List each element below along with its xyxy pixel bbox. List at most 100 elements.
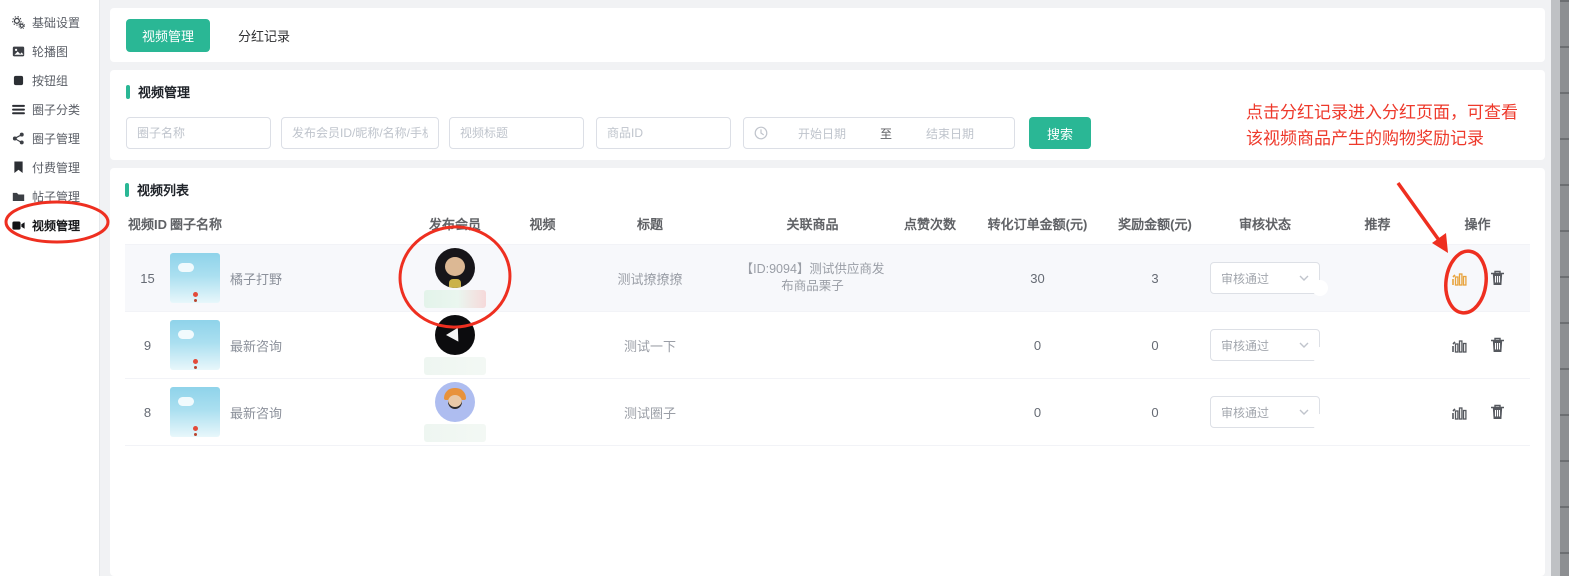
publisher-cell [395, 315, 515, 375]
censored-name [424, 357, 486, 375]
sidebar-item-label: 视频管理 [32, 217, 80, 234]
delete-trash-icon[interactable] [1490, 404, 1505, 420]
col-video: 视频 [515, 214, 570, 233]
sidebar-item-circle-category[interactable]: 圈子分类 [0, 95, 99, 124]
video-id: 8 [125, 405, 170, 420]
circle-thumbnail [170, 253, 220, 303]
col-audit-status: 审核状态 [1200, 214, 1330, 233]
chevron-down-icon [1299, 275, 1309, 281]
audit-status-select[interactable]: 审核通过 [1210, 329, 1320, 361]
tab-bar-card: 视频管理 分红记录 [110, 8, 1545, 62]
actions-cell [1425, 404, 1530, 420]
gear-icon [12, 16, 25, 29]
video-title: 测试撩撩撩 [570, 269, 730, 288]
date-end-placeholder[interactable]: 结束日期 [896, 125, 1004, 142]
actions-cell [1425, 270, 1530, 286]
video-management-page: 基础设置 轮播图 按钮组 圈子分类 圈子管理 [0, 0, 1569, 576]
table-row: 9 最新咨询 测试一下 0 0 [125, 312, 1530, 379]
order-amount: 30 [965, 271, 1110, 286]
order-amount: 0 [965, 338, 1110, 353]
col-recommend: 推荐 [1330, 214, 1425, 233]
circle-cell: 最新咨询 [170, 320, 395, 370]
publisher-avatar [435, 315, 475, 355]
section-accent-bar [125, 183, 129, 197]
sidebar-item-button-group[interactable]: 按钮组 [0, 66, 99, 95]
audit-status-cell: 审核通过 [1200, 396, 1330, 428]
col-title: 标题 [570, 214, 730, 233]
list-section-title: 视频列表 [125, 180, 1530, 199]
table-row: 15 橘子打野 测试撩撩撩 【ID:9094】测试供应商发布商品栗子 30 3 [125, 245, 1530, 312]
sidebar-item-label: 圈子管理 [32, 130, 80, 147]
col-order-amount: 转化订单金额(元) [965, 214, 1110, 233]
actions-cell [1425, 337, 1530, 353]
circle-name: 橘子打野 [230, 269, 282, 288]
date-separator: 至 [876, 125, 896, 142]
product-id-input[interactable] [596, 117, 731, 149]
publisher-avatar [435, 248, 475, 288]
share-icon [12, 132, 25, 145]
main-content: 视频管理 分红记录 视频管理 [101, 0, 1551, 576]
audit-status-cell: 审核通过 [1200, 329, 1330, 361]
video-list-card: 视频列表 视频ID 圈子名称 发布会员 视频 标题 关联商品 点赞次数 转化订单… [110, 168, 1545, 576]
search-section-title: 视频管理 [126, 82, 1529, 101]
reward-amount: 0 [1110, 405, 1200, 420]
order-amount: 0 [965, 405, 1110, 420]
circle-name: 最新咨询 [230, 336, 282, 355]
delete-trash-icon[interactable] [1490, 270, 1505, 286]
date-range-picker[interactable]: 开始日期 至 结束日期 [743, 117, 1015, 149]
sidebar-item-circle-manage[interactable]: 圈子管理 [0, 124, 99, 153]
sidebar-item-video-manage[interactable]: 视频管理 [0, 211, 99, 240]
sidebar-item-basic-settings[interactable]: 基础设置 [0, 8, 99, 37]
delete-trash-icon[interactable] [1490, 337, 1505, 353]
col-actions: 操作 [1425, 214, 1530, 233]
circle-cell: 最新咨询 [170, 387, 395, 437]
circle-thumbnail [170, 387, 220, 437]
reward-amount: 3 [1110, 271, 1200, 286]
sidebar-item-label: 轮播图 [32, 43, 68, 60]
sidebar-item-label: 基础设置 [32, 14, 80, 31]
sidebar-item-label: 按钮组 [32, 72, 68, 89]
dividend-chart-icon[interactable] [1451, 337, 1468, 353]
circle-name: 最新咨询 [230, 403, 282, 422]
sidebar-item-post-manage[interactable]: 帖子管理 [0, 182, 99, 211]
sidebar-item-paid-manage[interactable]: 付费管理 [0, 153, 99, 182]
circle-cell: 橘子打野 [170, 253, 395, 303]
col-publisher: 发布会员 [395, 214, 515, 233]
tab-video-manage[interactable]: 视频管理 [126, 19, 210, 52]
publisher-cell [395, 248, 515, 308]
list-icon [12, 103, 25, 116]
video-id: 9 [125, 338, 170, 353]
video-id: 15 [125, 271, 170, 286]
vertical-scrollbar-track[interactable] [1551, 0, 1560, 576]
search-filter-card: 视频管理 开始日期 至 结束日期 搜索 [110, 70, 1545, 160]
audit-status-select[interactable]: 审核通过 [1210, 396, 1320, 428]
date-start-placeholder[interactable]: 开始日期 [768, 125, 876, 142]
video-title-input[interactable] [449, 117, 584, 149]
folder-icon [12, 190, 25, 203]
video-camera-icon [12, 219, 25, 232]
sidebar-item-label: 帖子管理 [32, 188, 80, 205]
search-button[interactable]: 搜索 [1029, 117, 1091, 149]
dividend-chart-icon[interactable] [1451, 404, 1468, 420]
reward-amount: 0 [1110, 338, 1200, 353]
chevron-down-icon [1299, 342, 1309, 348]
sidebar-item-label: 付费管理 [32, 159, 80, 176]
table-row: 8 最新咨询 测试圈子 0 0 [125, 379, 1530, 446]
col-likes: 点赞次数 [895, 214, 965, 233]
tab-dividend-records[interactable]: 分红记录 [238, 26, 290, 45]
audit-status-select[interactable]: 审核通过 [1210, 262, 1320, 294]
video-title: 测试圈子 [570, 403, 730, 422]
col-video-id: 视频ID [125, 214, 170, 233]
censored-name [424, 424, 486, 442]
censored-name [424, 290, 486, 308]
dividend-chart-icon[interactable] [1451, 270, 1468, 286]
col-related-product: 关联商品 [730, 214, 895, 233]
circle-thumbnail [170, 320, 220, 370]
section-accent-bar [126, 85, 130, 99]
browser-scrollbar[interactable] [1560, 0, 1569, 576]
image-icon [12, 45, 25, 58]
sidebar-item-carousel[interactable]: 轮播图 [0, 37, 99, 66]
circle-name-input[interactable] [126, 117, 271, 149]
related-product: 【ID:9094】测试供应商发布商品栗子 [730, 261, 895, 295]
member-search-input[interactable] [281, 117, 439, 149]
